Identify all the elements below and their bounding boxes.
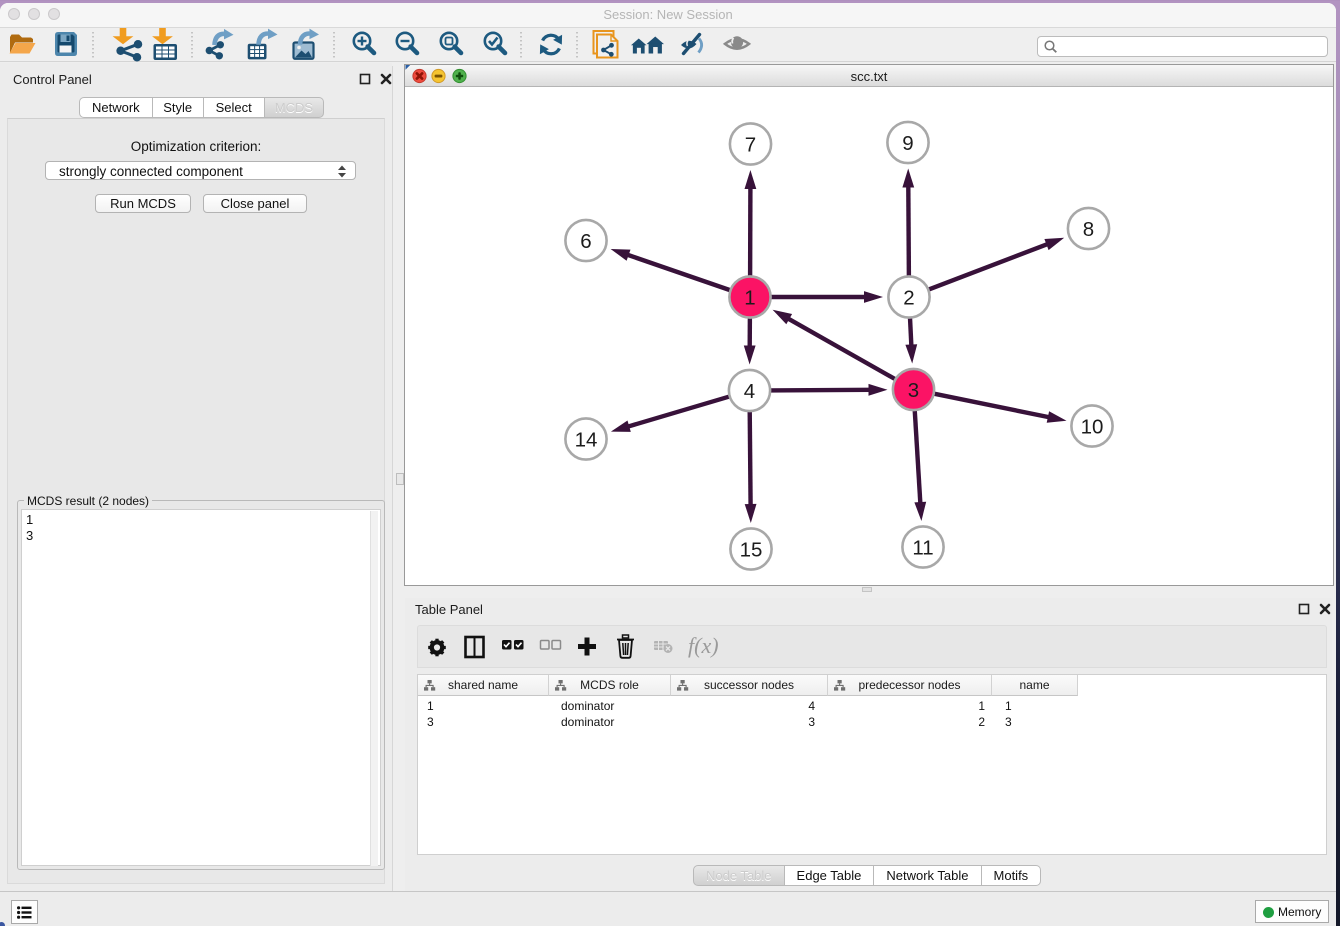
svg-text:6: 6 [580, 230, 591, 253]
svg-text:15: 15 [740, 538, 763, 561]
svg-text:3: 3 [908, 379, 919, 402]
svg-text:7: 7 [745, 133, 756, 156]
svg-text:4: 4 [744, 380, 755, 403]
svg-text:8: 8 [1083, 218, 1094, 241]
svg-text:10: 10 [1081, 415, 1104, 438]
svg-text:1: 1 [744, 286, 755, 309]
svg-text:f(x): f(x) [688, 633, 719, 658]
svg-text:11: 11 [912, 536, 933, 559]
svg-text:9: 9 [902, 132, 913, 155]
svg-text:14: 14 [575, 428, 598, 451]
svg-text:2: 2 [903, 286, 914, 309]
